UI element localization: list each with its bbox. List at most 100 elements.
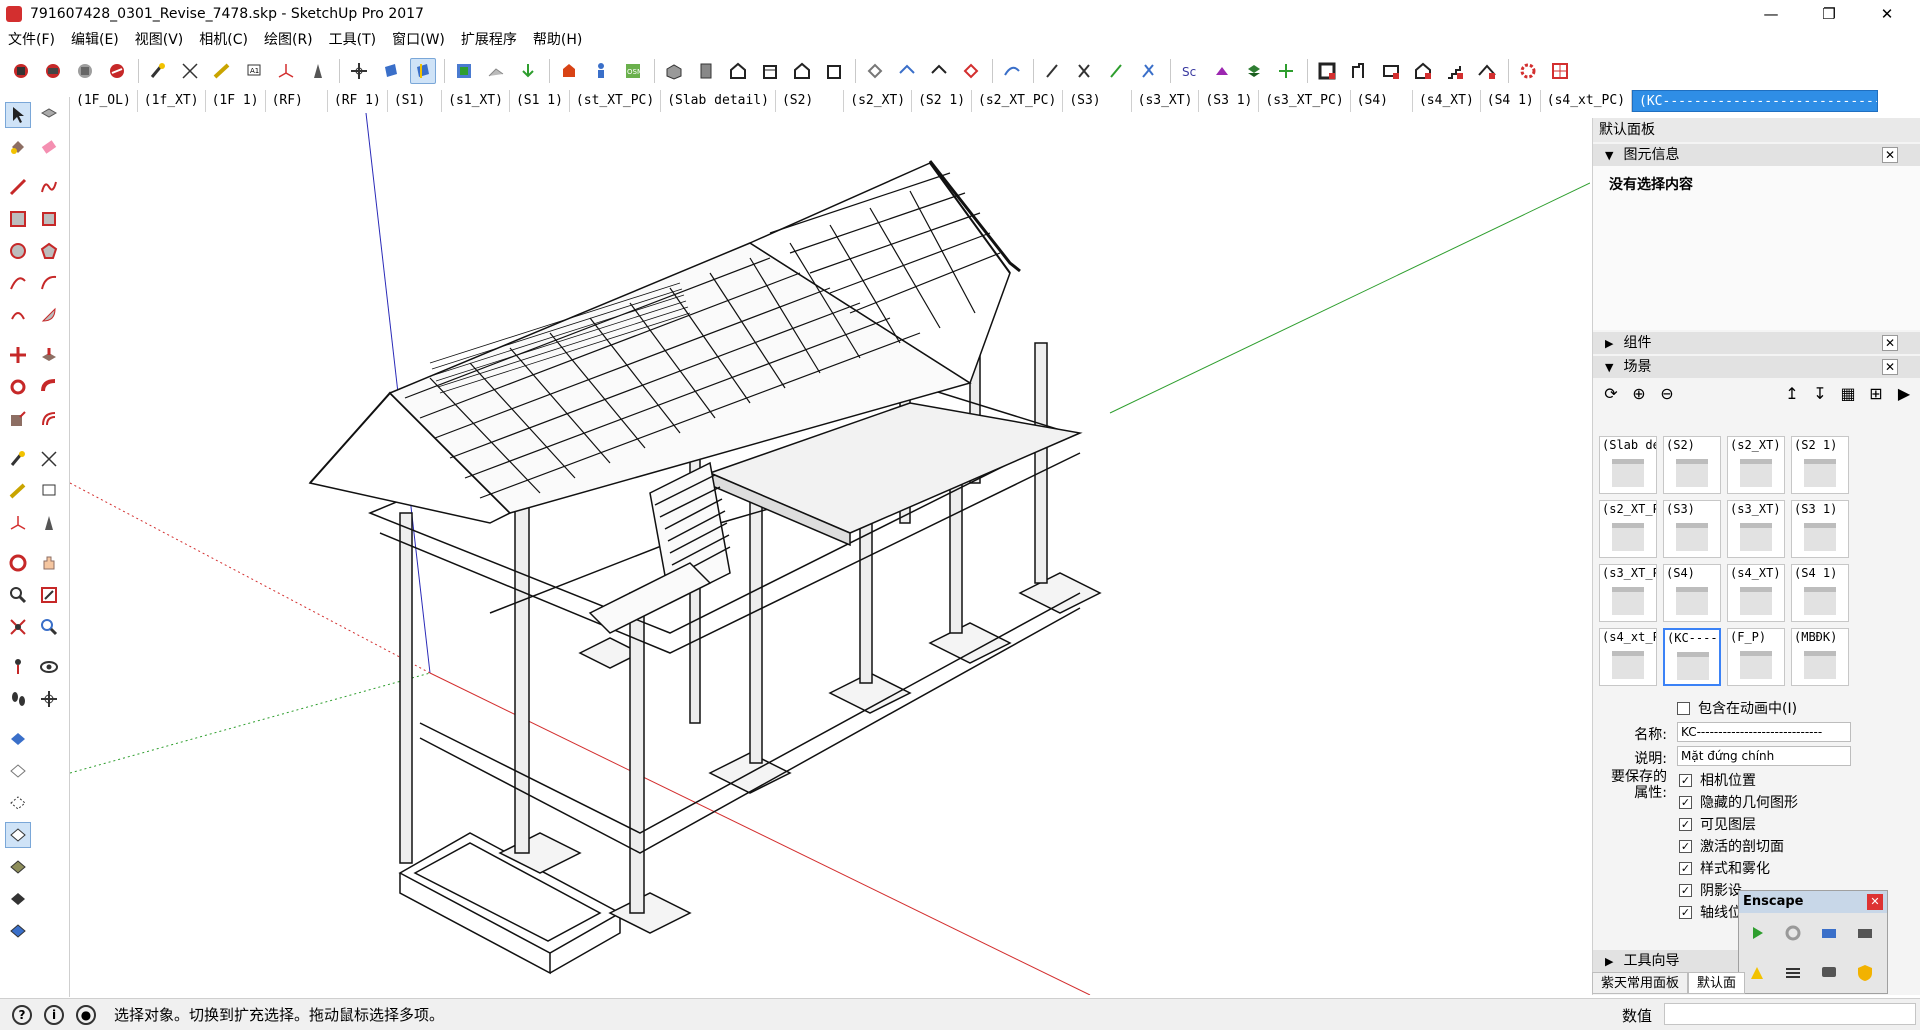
scene-tab[interactable]: (S3 1) — [1199, 90, 1260, 112]
tape-measure-icon[interactable] — [145, 58, 171, 84]
move-scene-up-icon[interactable]: ↥ — [1780, 381, 1804, 405]
solid-trim-icon[interactable] — [1136, 58, 1162, 84]
enscape-license-shield-icon[interactable] — [1851, 959, 1879, 987]
scene-description-field[interactable]: Mặt đứng chính — [1677, 746, 1851, 766]
door-tool-icon[interactable] — [1410, 58, 1436, 84]
back-view-icon[interactable] — [789, 58, 815, 84]
zoom-icon[interactable] — [5, 582, 31, 608]
rectangle-icon[interactable] — [5, 206, 31, 232]
scene-tab[interactable]: (S1 1) — [510, 90, 570, 112]
xray-icon[interactable] — [862, 58, 888, 84]
zoom-window-icon[interactable] — [36, 582, 62, 608]
menu-tools[interactable]: 工具(T) — [321, 28, 384, 52]
two-point-arc-icon[interactable] — [36, 270, 62, 296]
info-credits-icon[interactable]: i — [44, 1004, 64, 1025]
solid-intersect-icon[interactable] — [1104, 58, 1130, 84]
scene-tab-active[interactable]: (KC-------------------------------) — [1632, 90, 1879, 112]
scene-thumbnail[interactable]: (s3_XT) — [1727, 500, 1785, 558]
scene-tab[interactable]: (1F_OL) — [70, 90, 138, 112]
osm-icon[interactable]: OSM — [620, 58, 646, 84]
shaded-icon[interactable] — [958, 58, 984, 84]
geo-location-status-icon[interactable]: ? — [12, 1004, 32, 1025]
material-icon[interactable] — [1241, 58, 1267, 84]
roof-tool-icon[interactable] — [1474, 58, 1500, 84]
remove-scene-icon[interactable]: ⊖ — [1655, 381, 1679, 405]
enscape-settings-icon[interactable] — [1779, 959, 1807, 987]
pan-hand-icon[interactable] — [36, 550, 62, 576]
scene-thumbnail[interactable]: (s2_XT_PC — [1599, 500, 1657, 558]
tape-measure-tool-icon[interactable] — [5, 446, 31, 472]
maximize-button[interactable]: ❐ — [1800, 0, 1858, 28]
property-row[interactable]: ✓ 隐藏的几何图形 — [1679, 792, 1798, 812]
look-around-eye-icon[interactable] — [36, 654, 62, 680]
axes-icon[interactable] — [273, 58, 299, 84]
orbit-icon[interactable] — [346, 58, 372, 84]
paint-bucket-icon[interactable] — [5, 134, 31, 160]
wireframe-icon[interactable] — [894, 58, 920, 84]
download-icon[interactable] — [515, 58, 541, 84]
menu-help[interactable]: 帮助(H) — [525, 28, 590, 52]
property-row[interactable]: ✓ 轴线位 — [1679, 902, 1742, 922]
move-icon[interactable] — [5, 342, 31, 368]
scene-thumbnail[interactable]: (S4) — [1663, 564, 1721, 622]
refresh-scene-icon[interactable]: ⟳ — [1599, 381, 1623, 405]
minimize-button[interactable]: — — [1742, 0, 1800, 28]
close-icon[interactable]: ✕ — [1867, 894, 1883, 910]
menu-extensions[interactable]: 扩展程序 — [453, 28, 525, 52]
checkbox-checked[interactable]: ✓ — [1679, 861, 1692, 875]
left-view-icon[interactable] — [821, 58, 847, 84]
stair-tool-icon[interactable] — [1442, 58, 1468, 84]
checkbox-checked[interactable]: ✓ — [1679, 817, 1692, 831]
scene-thumbnail[interactable]: (s3_XT_PC — [1599, 564, 1657, 622]
dimension-icon[interactable] — [177, 58, 203, 84]
rotated-rectangle-icon[interactable] — [36, 206, 62, 232]
scene-tab[interactable]: (s3_XT_PC) — [1259, 90, 1351, 112]
follow-me-icon[interactable] — [999, 58, 1025, 84]
section-plane-icon[interactable] — [378, 58, 404, 84]
checkbox-checked[interactable]: ✓ — [1679, 905, 1692, 919]
terrain-icon[interactable] — [483, 58, 509, 84]
menu-view[interactable]: 视图(V) — [127, 28, 192, 52]
scene-tab[interactable]: (s1_XT) — [442, 90, 510, 112]
back-edges-icon[interactable] — [5, 790, 31, 816]
xray-style-icon[interactable] — [5, 758, 31, 784]
include-in-animation-checkbox[interactable] — [1677, 701, 1690, 715]
protractor-icon[interactable] — [209, 58, 235, 84]
instructor-header[interactable]: ▶ 工具向导 — [1593, 950, 1743, 972]
axes-tool-icon[interactable] — [5, 510, 31, 536]
scene-tab[interactable]: (S4 1) — [1481, 90, 1541, 112]
gear-icon[interactable] — [1515, 58, 1541, 84]
house-model-drawing[interactable] — [70, 113, 1590, 995]
move-arrows-icon[interactable] — [1273, 58, 1299, 84]
enscape-start-icon[interactable] — [1743, 919, 1771, 947]
walk-footprints-icon[interactable] — [5, 686, 31, 712]
scene-thumbnail[interactable]: (S4 1) — [1791, 564, 1849, 622]
three-point-arc-icon[interactable] — [5, 302, 31, 328]
details-toggle-icon[interactable]: ⊞ — [1864, 381, 1888, 405]
wireframe-style-icon[interactable] — [5, 822, 31, 848]
shaded-style-icon[interactable] — [5, 854, 31, 880]
components-header[interactable]: ▶ 组件 ✕ — [1593, 332, 1920, 354]
scene-thumbnail[interactable]: (s2_XT) — [1727, 436, 1785, 494]
layer-icon[interactable] — [1209, 58, 1235, 84]
save-icon[interactable] — [72, 58, 98, 84]
enscape-capture-icon[interactable] — [1851, 919, 1879, 947]
scene-thumbnail[interactable]: (F_P) — [1727, 628, 1785, 686]
scene-thumbnail[interactable]: (S3 1) — [1791, 500, 1849, 558]
checkbox-checked[interactable]: ✓ — [1679, 883, 1692, 897]
follow-me-tool-icon[interactable] — [36, 374, 62, 400]
print-icon[interactable] — [104, 58, 130, 84]
pencil-line-icon[interactable] — [5, 174, 31, 200]
right-view-icon[interactable] — [757, 58, 783, 84]
scene-thumbnail[interactable]: (MBĐK) — [1791, 628, 1849, 686]
property-row[interactable]: ✓ 阴影设 — [1679, 880, 1742, 900]
property-row[interactable]: ✓ 激活的剖切面 — [1679, 836, 1784, 856]
person-icon[interactable] — [588, 58, 614, 84]
top-view-icon[interactable] — [693, 58, 719, 84]
model-viewport[interactable] — [70, 113, 1590, 995]
solid-union-icon[interactable] — [1040, 58, 1066, 84]
property-row[interactable]: ✓ 相机位置 — [1679, 770, 1756, 790]
scene-tab[interactable]: (s3_XT) — [1132, 90, 1200, 112]
scene-tab[interactable]: (S1) — [388, 90, 443, 112]
scene-name-field[interactable]: KC----------------------------- — [1677, 722, 1851, 742]
